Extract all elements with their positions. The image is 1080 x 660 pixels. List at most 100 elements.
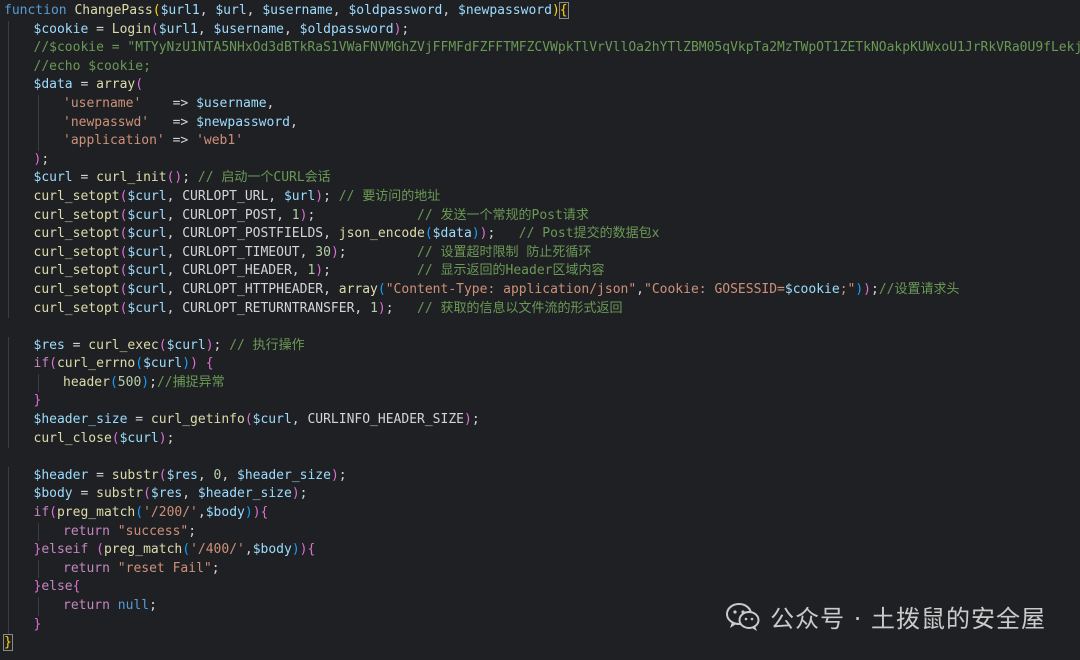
code-token: ) xyxy=(205,337,214,353)
code-line[interactable]: if(curl_errno($curl)) { xyxy=(4,355,1080,374)
code-line[interactable]: //$cookie = "MTYyNzU1NTA5NHxOd3dBTkRaS1V… xyxy=(4,39,1080,58)
code-line[interactable]: curl_close($curl); xyxy=(4,429,1080,449)
code-token: , xyxy=(246,3,263,18)
code-token: , CURLOPT_TIMEOUT, xyxy=(166,244,316,260)
code-token: , xyxy=(284,21,300,37)
code-token: ) xyxy=(471,226,480,242)
code-token: $username xyxy=(262,3,333,18)
code-line[interactable]: if(preg_match('/200/',$body)){ xyxy=(4,504,1080,523)
code-token: // 要访问的地址 xyxy=(338,188,441,204)
code-line[interactable]: $body = substr($res, $header_size); xyxy=(4,485,1080,505)
code-token: ; xyxy=(385,300,418,316)
code-token: $curl xyxy=(127,207,167,223)
code-token: { xyxy=(558,2,569,19)
code-token: else xyxy=(41,579,73,595)
code-token: } xyxy=(33,616,42,632)
code-token: ; xyxy=(299,486,308,502)
code-line[interactable]: 'application' => 'web1' xyxy=(4,132,1080,151)
code-token: // Post提交的数据包x xyxy=(518,226,660,242)
indent-guide xyxy=(8,113,9,133)
code-token: curl_setopt xyxy=(33,188,120,204)
code-token: return xyxy=(63,598,110,613)
indent-guide xyxy=(8,76,9,95)
code-token: $curl xyxy=(127,281,167,297)
indent-guide xyxy=(8,57,9,77)
code-token: array xyxy=(96,77,136,93)
code-token: ) xyxy=(291,542,300,558)
indent-guide xyxy=(8,559,9,579)
code-editor[interactable]: function ChangePass($url1, $url, $userna… xyxy=(0,0,1080,660)
code-line[interactable]: } xyxy=(3,634,1080,653)
code-line[interactable]: $header = substr($res, 0, $header_size); xyxy=(4,466,1080,486)
code-token: $url1 xyxy=(158,21,198,37)
code-token: ) xyxy=(190,356,198,372)
code-line[interactable]: curl_setopt($curl, CURLOPT_POST, 1); // … xyxy=(4,206,1080,226)
indent-guide xyxy=(8,373,9,393)
code-line[interactable] xyxy=(4,318,1080,337)
code-line[interactable]: ); xyxy=(4,150,1080,170)
code-line[interactable]: }elseif (preg_match('/400/',$body)){ xyxy=(4,541,1080,560)
code-token: //捕捉异常 xyxy=(156,374,225,390)
code-line[interactable]: curl_setopt ($curl, CURLOPT_HTTPHEADER, a… xyxy=(4,280,1080,300)
watermark: 公众号 · 土拨鼠的安全屋 xyxy=(726,599,1046,634)
code-token: , xyxy=(197,467,214,483)
code-token: $data xyxy=(33,77,73,93)
code-token: ( xyxy=(158,337,167,353)
code-token: , CURLOPT_POSTFIELDS, xyxy=(166,226,339,242)
code-token: header xyxy=(63,374,110,390)
indent-guide xyxy=(8,615,9,635)
code-token: $curl xyxy=(33,170,73,186)
code-token: $newpassword xyxy=(458,3,552,18)
code-token: if xyxy=(33,505,50,521)
code-token: curl_setopt xyxy=(33,226,120,242)
code-token: ( xyxy=(152,3,161,18)
code-token: = xyxy=(64,337,89,353)
code-token: // 获取的信息以文件流的形式返回 xyxy=(417,300,623,316)
code-token: $oldpassword xyxy=(299,21,394,37)
code-token: 'newpasswd' xyxy=(63,114,150,130)
code-line[interactable]: $res = curl_exec($curl); // 执行操作 xyxy=(4,336,1080,356)
code-line[interactable]: } xyxy=(4,392,1080,412)
code-token: // 执行操作 xyxy=(229,337,305,353)
code-line[interactable]: $cookie = Login($url1, $username, $oldpa… xyxy=(4,20,1080,40)
code-line[interactable]: curl_setopt($curl, CURLOPT_HEADER, 1); /… xyxy=(4,262,1080,281)
indent-guide xyxy=(8,243,9,263)
code-token: $url xyxy=(283,188,316,204)
code-content[interactable]: function ChangePass($url1, $url, $userna… xyxy=(3,2,1080,653)
code-line[interactable]: return "success"; xyxy=(4,522,1080,542)
code-line[interactable]: $curl = curl_init(); // 启动一个CURL会话 xyxy=(4,169,1080,188)
code-token: ; xyxy=(188,523,197,539)
code-token: // 设置超时限制 防止死循环 xyxy=(417,244,592,260)
code-token: curl_init xyxy=(96,170,167,186)
code-line[interactable]: curl_setopt($curl, CURLOPT_RETURNTRANSFE… xyxy=(4,299,1080,319)
code-line[interactable]: curl_setopt($curl, CURLOPT_TIMEOUT, 30);… xyxy=(4,243,1080,263)
code-line[interactable]: //echo $cookie; xyxy=(4,57,1080,77)
code-line[interactable]: 'username' => $username, xyxy=(4,94,1080,114)
indent-guide xyxy=(8,187,9,207)
indent-guide xyxy=(8,578,9,597)
code-line[interactable]: }else{ xyxy=(4,578,1080,597)
code-line[interactable]: 'newpasswd' => $newpassword, xyxy=(4,113,1080,133)
code-token: , xyxy=(244,542,253,558)
wechat-icon xyxy=(726,602,760,632)
code-token: = xyxy=(72,77,97,93)
code-token: $data xyxy=(432,226,472,242)
code-token: $url1 xyxy=(160,3,200,18)
code-token: ) xyxy=(244,505,253,521)
code-line[interactable]: $header_size = curl_getinfo($curl, CURLI… xyxy=(4,411,1080,430)
code-line[interactable]: function ChangePass($url1, $url, $userna… xyxy=(4,2,1080,21)
code-token: array xyxy=(338,281,378,297)
code-token: // 显示返回的Header区域内容 xyxy=(417,263,605,279)
code-line[interactable]: header(500);//捕捉异常 xyxy=(4,373,1080,393)
code-token: => xyxy=(141,95,197,111)
code-line[interactable]: $data = array( xyxy=(4,76,1080,95)
code-line[interactable]: curl_setopt ($curl, CURLOPT_POSTFIELDS, j… xyxy=(4,225,1080,244)
code-token: $header_size xyxy=(33,412,128,428)
code-token: json_encode xyxy=(338,226,425,242)
code-line[interactable] xyxy=(4,448,1080,467)
code-line[interactable]: curl_setopt($curl, CURLOPT_URL, $url); /… xyxy=(4,187,1080,207)
indent-guide xyxy=(8,20,9,40)
code-line[interactable]: return "reset Fail"; xyxy=(4,559,1080,579)
